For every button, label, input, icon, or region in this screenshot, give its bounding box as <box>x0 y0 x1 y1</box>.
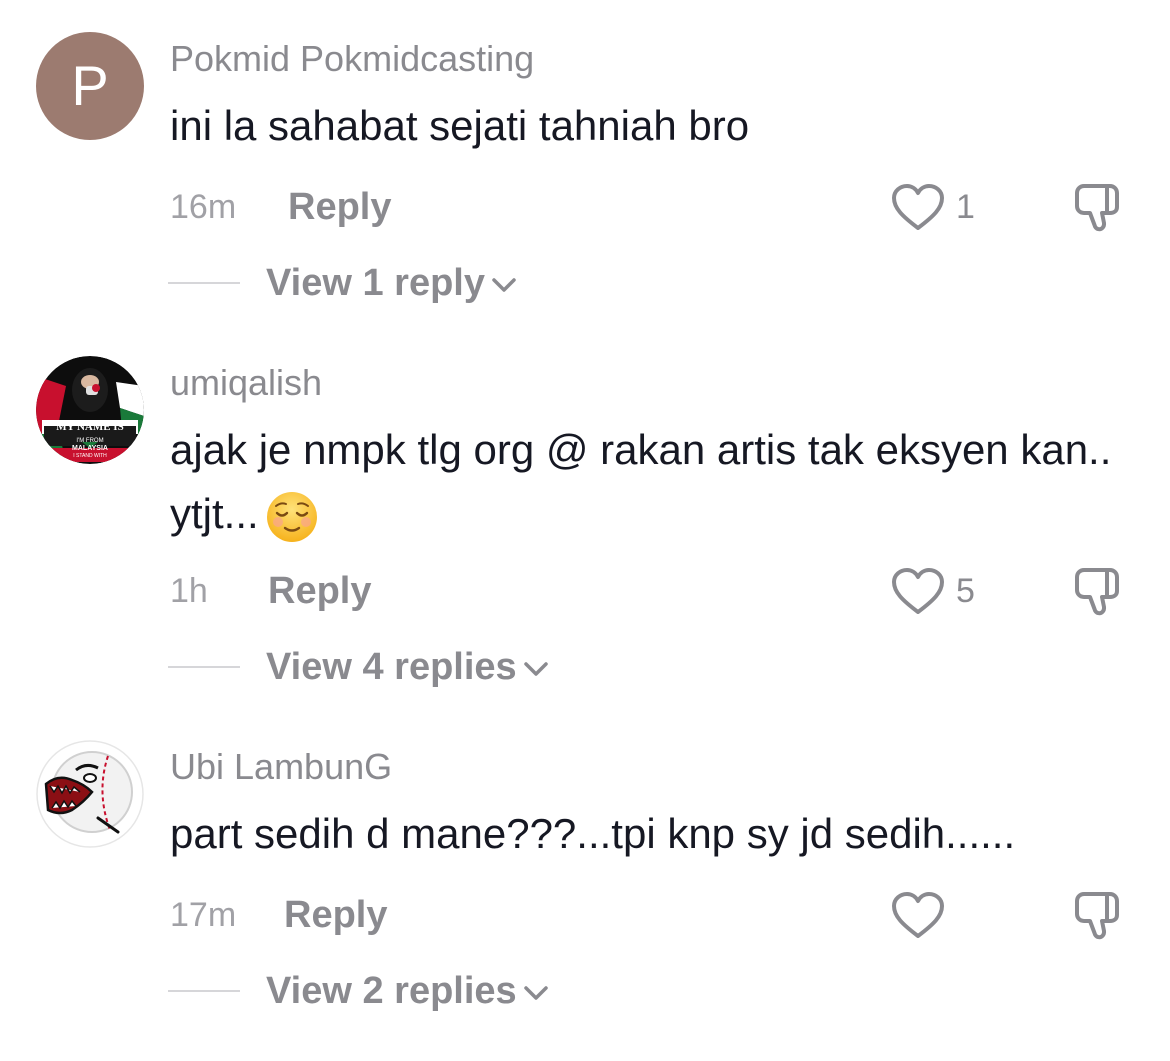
chevron-down-icon <box>523 986 548 1000</box>
heart-icon[interactable] <box>890 566 946 618</box>
relieved-face-emoji-icon <box>266 491 317 542</box>
heart-icon[interactable] <box>890 890 946 942</box>
avatar-text: MALAYSIA <box>72 445 108 452</box>
heart-icon[interactable] <box>890 182 946 234</box>
avatar-text: I'M FROM <box>76 438 103 444</box>
avatar[interactable]: MY NAME IS I'M FROM MALAYSIA I STAND WIT… <box>36 356 144 464</box>
reply-button[interactable]: Reply <box>268 570 371 613</box>
timestamp: 16m <box>170 188 237 226</box>
avatar[interactable]: P <box>36 32 144 140</box>
view-replies-label: View 2 replies <box>266 970 517 1012</box>
username[interactable]: Ubi LambunG <box>170 746 392 788</box>
view-replies-button[interactable]: View 1 reply <box>266 262 517 305</box>
reply-button[interactable]: Reply <box>288 186 391 229</box>
dislike-icon[interactable] <box>1070 564 1124 618</box>
view-replies-label: View 1 reply <box>266 262 485 304</box>
dislike-icon[interactable] <box>1070 888 1124 942</box>
like-count: 1 <box>956 188 975 226</box>
comment-text: ini la sahabat sejati tahniah bro <box>170 102 750 149</box>
timestamp: 17m <box>170 896 237 934</box>
view-replies-label: View 4 replies <box>266 646 517 688</box>
like-count: 5 <box>956 572 975 610</box>
avatar[interactable] <box>36 740 144 848</box>
username[interactable]: Pokmid Pokmidcasting <box>170 38 534 80</box>
chevron-down-icon <box>523 662 548 676</box>
replies-divider <box>168 990 240 992</box>
comment-text: part sedih d mane???...tpi knp sy jd sed… <box>170 810 1016 857</box>
timestamp: 1h <box>170 572 208 610</box>
avatar-text: I STAND WITH <box>73 453 107 459</box>
dislike-icon[interactable] <box>1070 180 1124 234</box>
chevron-down-icon <box>492 278 516 292</box>
replies-divider <box>168 666 240 668</box>
comment-text: ajak je nmpk tlg org @ rakan artis tak e… <box>170 418 1140 546</box>
username[interactable]: umiqalish <box>170 362 322 404</box>
view-replies-button[interactable]: View 4 replies <box>266 646 549 689</box>
view-replies-button[interactable]: View 2 replies <box>266 970 549 1013</box>
reply-button[interactable]: Reply <box>284 894 387 937</box>
replies-divider <box>168 282 240 284</box>
avatar-text: MY NAME IS <box>56 421 123 433</box>
